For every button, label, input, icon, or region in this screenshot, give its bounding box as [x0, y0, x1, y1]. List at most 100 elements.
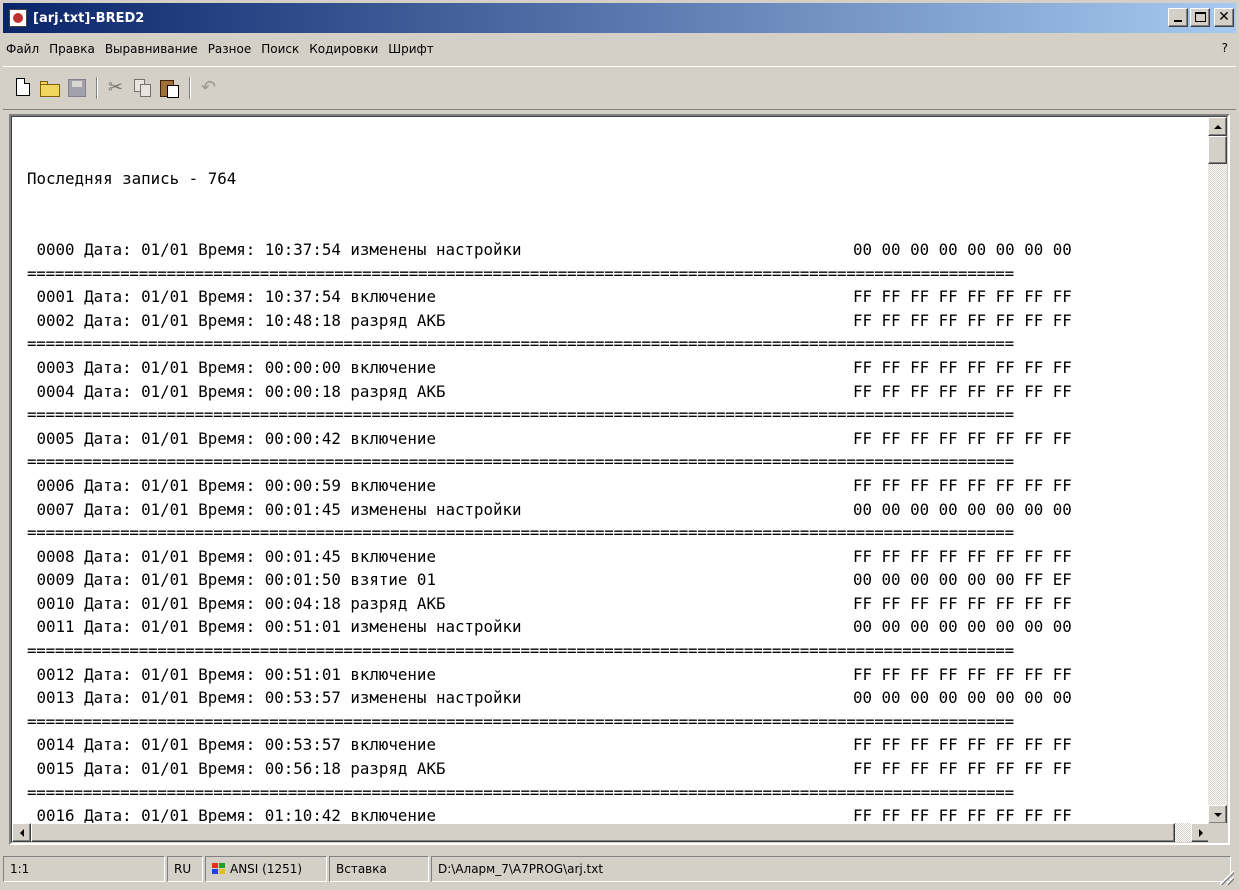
close-icon: ✕ [1218, 9, 1230, 25]
log-entry-text: 0009 Дата: 01/01 Время: 00:01:50 взятие … [27, 570, 436, 590]
cut-button[interactable]: ✂ [104, 76, 128, 100]
log-entry: 0003 Дата: 01/01 Время: 00:00:00 включен… [27, 356, 1210, 380]
title-bar[interactable]: [arj.txt]-BRED2 ✕ [3, 3, 1236, 33]
log-entry-bytes: FF FF FF FF FF FF FF FF [853, 428, 1072, 448]
status-encoding[interactable]: ANSI (1251) [205, 855, 327, 882]
paste-button[interactable] [158, 76, 182, 100]
menu-align[interactable]: Выравнивание [100, 42, 203, 56]
log-entry: 0016 Дата: 01/01 Время: 01:10:42 включен… [27, 804, 1210, 824]
log-entry-bytes: 00 00 00 00 00 00 00 00 [853, 688, 1072, 708]
log-entry-text: 0012 Дата: 01/01 Время: 00:51:01 включен… [27, 664, 436, 684]
log-entry-bytes: FF FF FF FF FF FF FF FF [853, 593, 1072, 613]
encoding-label: ANSI (1251) [230, 861, 303, 876]
menu-encodings[interactable]: Кодировки [304, 42, 383, 56]
log-entry-text: 0004 Дата: 01/01 Время: 00:00:18 разряд … [27, 381, 446, 401]
language-indicator: RU [174, 861, 192, 876]
log-entry-bytes: 00 00 00 00 00 00 00 00 [853, 499, 1072, 519]
new-file-icon [16, 78, 30, 96]
separator-line: ========================================… [27, 523, 1014, 543]
log-entry-text: 0000 Дата: 01/01 Время: 10:37:54 изменен… [27, 239, 522, 259]
separator-line: ========================================… [27, 452, 1014, 472]
log-entry-bytes: FF FF FF FF FF FF FF FF [853, 310, 1072, 330]
minimize-button[interactable] [1168, 8, 1188, 27]
log-entry-bytes: FF FF FF FF FF FF FF FF [853, 759, 1072, 779]
save-button[interactable] [65, 76, 89, 100]
scroll-up-button[interactable] [1208, 117, 1227, 136]
status-bar: 1:1 RU ANSI (1251) Вставка D:\Аларм_7\A7… [3, 850, 1236, 887]
menu-search[interactable]: Поиск [256, 42, 304, 56]
new-file-button[interactable] [11, 76, 35, 100]
log-entry: 0008 Дата: 01/01 Время: 00:01:45 включен… [27, 545, 1210, 569]
arrow-down-icon [1213, 812, 1222, 817]
separator-line: ========================================… [27, 263, 1014, 283]
log-entry: 0013 Дата: 01/01 Время: 00:53:57 изменен… [27, 686, 1210, 710]
menu-misc[interactable]: Разное [203, 42, 257, 56]
text-content[interactable]: Последняя запись - 764 0000 Дата: 01/01 … [12, 117, 1210, 824]
status-mode[interactable]: Вставка [329, 855, 429, 882]
log-entry-text: 0016 Дата: 01/01 Время: 01:10:42 включен… [27, 806, 436, 824]
file-path: D:\Аларм_7\A7PROG\arj.txt [438, 861, 604, 876]
log-entry: 0009 Дата: 01/01 Время: 00:01:50 взятие … [27, 568, 1210, 592]
editor[interactable]: Последняя запись - 764 0000 Дата: 01/01 … [9, 114, 1230, 845]
maximize-button[interactable] [1190, 8, 1210, 27]
log-entry-bytes: FF FF FF FF FF FF FF FF [853, 735, 1072, 755]
copy-icon [140, 84, 151, 97]
log-entry-bytes: FF FF FF FF FF FF FF FF [853, 475, 1072, 495]
resize-grip[interactable] [1220, 871, 1234, 885]
vertical-scroll-thumb[interactable] [1208, 136, 1227, 164]
separator-line: ========================================… [27, 641, 1014, 661]
vertical-scrollbar[interactable] [1208, 117, 1227, 824]
horizontal-scroll-thumb[interactable] [31, 823, 1175, 842]
log-entry-bytes: FF FF FF FF FF FF FF FF [853, 357, 1072, 377]
open-button[interactable] [38, 76, 62, 100]
log-entry-text: 0015 Дата: 01/01 Время: 00:56:18 разряд … [27, 759, 446, 779]
log-entry: 0005 Дата: 01/01 Время: 00:00:42 включен… [27, 427, 1210, 451]
maximize-icon [1195, 12, 1206, 22]
horizontal-scrollbar[interactable] [12, 823, 1210, 842]
scroll-left-button[interactable] [12, 823, 31, 842]
log-entry: 0002 Дата: 01/01 Время: 10:48:18 разряд … [27, 309, 1210, 333]
menu-file[interactable]: Файл [3, 42, 44, 56]
open-folder-icon [40, 84, 60, 97]
log-entry-bytes: FF FF FF FF FF FF FF FF [853, 287, 1072, 307]
log-entry-bytes: 00 00 00 00 00 00 00 00 [853, 239, 1072, 259]
save-icon [68, 79, 86, 97]
copy-button[interactable] [131, 76, 155, 100]
toolbar: ✂ ↶ [3, 66, 1236, 110]
menu-help[interactable]: ? [1222, 41, 1228, 55]
log-entry-bytes: FF FF FF FF FF FF FF FF [853, 664, 1072, 684]
app-icon[interactable] [9, 9, 27, 27]
close-button[interactable]: ✕ [1214, 8, 1234, 27]
log-entry-bytes: 00 00 00 00 00 00 FF EF [853, 570, 1072, 590]
toolbar-separator [189, 77, 191, 99]
separator-line: ========================================… [27, 405, 1014, 425]
log-entry: 0000 Дата: 01/01 Время: 10:37:54 изменен… [27, 238, 1210, 262]
undo-button[interactable]: ↶ [197, 76, 221, 100]
minimize-icon [1174, 20, 1182, 22]
log-entry: 0004 Дата: 01/01 Время: 00:00:18 разряд … [27, 380, 1210, 404]
menu-font[interactable]: Шрифт [383, 42, 439, 56]
undo-icon: ↶ [201, 77, 217, 98]
log-entry: 0001 Дата: 01/01 Время: 10:37:54 включен… [27, 285, 1210, 309]
scroll-down-button[interactable] [1208, 805, 1227, 824]
status-language[interactable]: RU [167, 855, 203, 882]
scroll-corner [1208, 823, 1227, 842]
log-entry: 0011 Дата: 01/01 Время: 00:51:01 изменен… [27, 615, 1210, 639]
log-entry-bytes: FF FF FF FF FF FF FF FF [853, 381, 1072, 401]
window-title: [arj.txt]-BRED2 [33, 10, 145, 26]
menu-edit[interactable]: Правка [44, 42, 100, 56]
log-entry: 0006 Дата: 01/01 Время: 00:00:59 включен… [27, 474, 1210, 498]
encoding-icon [212, 862, 226, 875]
log-entry: 0010 Дата: 01/01 Время: 00:04:18 разряд … [27, 592, 1210, 616]
log-entry-text: 0014 Дата: 01/01 Время: 00:53:57 включен… [27, 735, 436, 755]
log-entry-text: 0008 Дата: 01/01 Время: 00:01:45 включен… [27, 546, 436, 566]
log-entry-text: 0010 Дата: 01/01 Время: 00:04:18 разряд … [27, 593, 446, 613]
log-entry-bytes: 00 00 00 00 00 00 00 00 [853, 617, 1072, 637]
separator-line: ========================================… [27, 334, 1014, 354]
log-entry-text: 0006 Дата: 01/01 Время: 00:00:59 включен… [27, 475, 436, 495]
app-window: [arj.txt]-BRED2 ✕ Файл Правка Выравниван… [0, 0, 1239, 890]
menu-bar: Файл Правка Выравнивание Разное Поиск Ко… [3, 35, 1236, 63]
log-entry-text: 0002 Дата: 01/01 Время: 10:48:18 разряд … [27, 310, 446, 330]
log-entry-text: 0007 Дата: 01/01 Время: 00:01:45 изменен… [27, 499, 522, 519]
separator-line: ========================================… [27, 711, 1014, 731]
